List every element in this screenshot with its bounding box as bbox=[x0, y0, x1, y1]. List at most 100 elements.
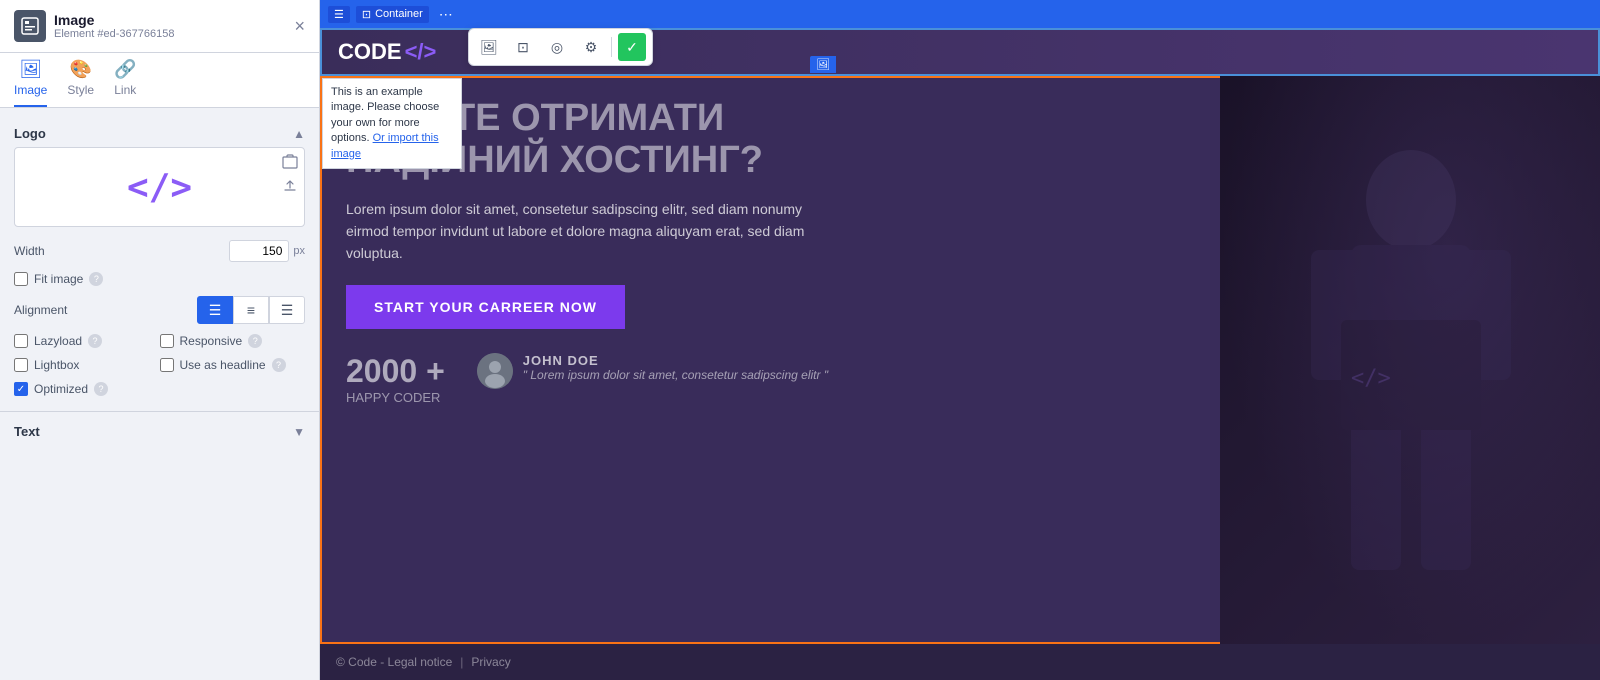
testimonial-content: JOHN DOE " Lorem ipsum dolor sit amet, c… bbox=[523, 353, 828, 382]
upload-icons bbox=[282, 154, 298, 196]
optimized-label: Optimized bbox=[34, 382, 88, 396]
optimized-checkbox[interactable]: ✓ bbox=[14, 382, 28, 396]
element-indicator: 🖼 bbox=[810, 56, 836, 73]
lightbox-wrap: Lightbox bbox=[14, 358, 160, 372]
stat-item: 2000 + HAPPY CODER bbox=[346, 353, 445, 405]
headline-line2: НАДІЙНИЙ ХОСТИНГ? bbox=[346, 140, 1234, 182]
logo-code-text: CODE bbox=[338, 39, 402, 65]
width-unit: px bbox=[293, 245, 305, 257]
panel-tabs: 🖼 Image 🎨 Style 🔗 Link bbox=[0, 53, 319, 108]
footer-copyright: © Code - Legal notice bbox=[336, 655, 452, 669]
container-nav-badge[interactable]: ☰ bbox=[328, 6, 350, 23]
responsive-help-icon[interactable]: ? bbox=[248, 334, 262, 348]
ftb-confirm-button[interactable]: ✓ bbox=[618, 33, 646, 61]
width-input[interactable] bbox=[229, 240, 289, 262]
tab-link-label: Link bbox=[114, 83, 136, 97]
use-as-headline-checkbox[interactable] bbox=[160, 358, 174, 372]
logo-section: Logo ▲ </> bbox=[0, 108, 319, 411]
container-bar: ☰ ⊡ Container ⋯ bbox=[320, 0, 1600, 28]
stat-label: HAPPY CODER bbox=[346, 390, 445, 405]
lazyload-label: Lazyload bbox=[34, 334, 82, 348]
use-as-headline-help-icon[interactable]: ? bbox=[272, 358, 286, 372]
fit-image-checkbox[interactable] bbox=[14, 272, 28, 286]
use-as-headline-label: Use as headline bbox=[180, 358, 266, 372]
text-section-bar[interactable]: Text ▼ bbox=[0, 411, 319, 451]
lazyload-checkbox[interactable] bbox=[14, 334, 28, 348]
align-left-button[interactable]: ☰ bbox=[197, 296, 233, 324]
fit-image-wrap: Fit image ? bbox=[14, 272, 103, 286]
container-more-button[interactable]: ⋯ bbox=[435, 6, 457, 23]
fit-image-help-icon[interactable]: ? bbox=[89, 272, 103, 286]
logo-preview-icon: </> bbox=[127, 167, 192, 208]
floating-toolbar: 🖼 ⊡ ◎ ⚙ ✓ bbox=[468, 28, 653, 66]
link-tab-icon: 🔗 bbox=[114, 59, 136, 80]
footer-privacy: Privacy bbox=[471, 655, 510, 669]
width-row: Width px bbox=[14, 235, 305, 267]
panel-close-button[interactable]: × bbox=[294, 16, 305, 37]
responsive-checkbox[interactable] bbox=[160, 334, 174, 348]
logo-section-chevron[interactable]: ▲ bbox=[293, 127, 305, 141]
footer-separator: | bbox=[460, 655, 463, 669]
ftb-settings-button[interactable]: ⚙ bbox=[577, 33, 605, 61]
lightbox-checkbox[interactable] bbox=[14, 358, 28, 372]
headline-line1: ХОЧЕТЕ ОТРИМАТИ bbox=[346, 98, 1234, 140]
panel-subtitle: Element #ed-367766158 bbox=[54, 28, 174, 40]
panel-header: Image Element #ed-367766158 × bbox=[0, 0, 319, 53]
image-tab-icon: 🖼 bbox=[19, 59, 42, 80]
tab-style[interactable]: 🎨 Style bbox=[67, 59, 94, 107]
container-icon: ⊡ bbox=[362, 8, 371, 21]
lightbox-headline-row: Lightbox Use as headline ? bbox=[14, 353, 305, 377]
site-logo: CODE </> bbox=[338, 39, 436, 65]
testimonial-name: JOHN DOE bbox=[523, 353, 828, 368]
lightbox-label: Lightbox bbox=[34, 358, 79, 372]
ftb-circle-button[interactable]: ◎ bbox=[543, 33, 571, 61]
logo-section-title: Logo bbox=[14, 126, 46, 141]
bg-person-art: </> bbox=[1241, 133, 1581, 587]
site-main: ХОЧЕТЕ ОТРИМАТИ НАДІЙНИЙ ХОСТИНГ? Lorem … bbox=[320, 76, 1600, 644]
logo-section-header: Logo ▲ bbox=[14, 118, 305, 147]
ftb-divider bbox=[611, 37, 612, 57]
container-label: Container bbox=[375, 8, 423, 20]
container-label-badge[interactable]: ⊡ Container bbox=[356, 6, 429, 23]
lazyload-help-icon[interactable]: ? bbox=[88, 334, 102, 348]
ftb-crop-button[interactable]: ⊡ bbox=[509, 33, 537, 61]
alignment-row: Alignment ☰ ≡ ☰ bbox=[14, 291, 305, 329]
alignment-label: Alignment bbox=[14, 303, 197, 317]
svg-text:</>: </> bbox=[1351, 366, 1391, 391]
canvas-area: ☰ ⊡ Container ⋯ 🖼 ⊡ ◎ ⚙ ✓ 🖼 CODE bbox=[320, 0, 1600, 680]
text-section-title: Text bbox=[14, 424, 40, 439]
lazyload-wrap: Lazyload ? bbox=[14, 334, 160, 348]
site-headline: ХОЧЕТЕ ОТРИМАТИ НАДІЙНИЙ ХОСТИНГ? bbox=[346, 98, 1234, 182]
bg-photo-area: </> bbox=[1220, 76, 1600, 644]
panel-title: Image bbox=[54, 12, 174, 28]
optimized-help-icon[interactable]: ? bbox=[94, 382, 108, 396]
tab-link[interactable]: 🔗 Link bbox=[114, 59, 136, 107]
alignment-group: ☰ ≡ ☰ bbox=[197, 296, 305, 324]
testimonial-avatar bbox=[477, 353, 513, 389]
testimonial-quote: " Lorem ipsum dolor sit amet, consetetur… bbox=[523, 368, 828, 382]
site-description: Lorem ipsum dolor sit amet, consetetur s… bbox=[346, 198, 826, 265]
fit-image-label: Fit image bbox=[34, 272, 83, 286]
width-label: Width bbox=[14, 244, 229, 258]
tab-image[interactable]: 🖼 Image bbox=[14, 59, 47, 107]
browse-file-button[interactable] bbox=[282, 154, 298, 173]
width-input-group: px bbox=[229, 240, 305, 262]
optimized-row: ✓ Optimized ? bbox=[14, 377, 305, 401]
ftb-image-button[interactable]: 🖼 bbox=[475, 33, 503, 61]
responsive-label: Responsive bbox=[180, 334, 243, 348]
upload-button[interactable] bbox=[282, 177, 298, 196]
element-icon: 🖼 bbox=[816, 58, 830, 71]
optimized-wrap: ✓ Optimized ? bbox=[14, 382, 108, 396]
canvas-full: CODE </> This is an example image. Pleas… bbox=[320, 28, 1600, 680]
tab-style-label: Style bbox=[67, 83, 94, 97]
cta-button[interactable]: START YOUR CARREER NOW bbox=[346, 285, 625, 329]
align-right-button[interactable]: ☰ bbox=[269, 296, 305, 324]
logo-tag-text: </> bbox=[405, 39, 437, 65]
testimonial: JOHN DOE " Lorem ipsum dolor sit amet, c… bbox=[477, 353, 828, 389]
align-center-button[interactable]: ≡ bbox=[233, 296, 269, 324]
container-bar-left: ☰ ⊡ Container ⋯ bbox=[320, 0, 465, 28]
responsive-wrap: Responsive ? bbox=[160, 334, 306, 348]
panel-title-wrap: Image Element #ed-367766158 bbox=[54, 12, 174, 40]
element-selected-badge: 🖼 bbox=[810, 56, 836, 73]
lazyload-responsive-row: Lazyload ? Responsive ? bbox=[14, 329, 305, 353]
